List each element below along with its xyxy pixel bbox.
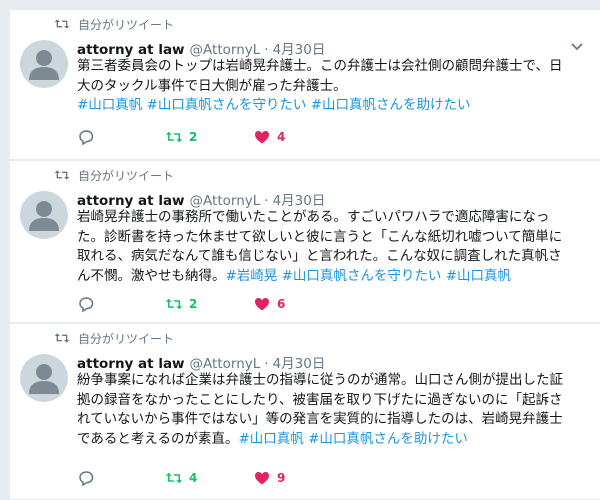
avatar[interactable] xyxy=(20,40,68,88)
hashtag-link[interactable]: #山口真帆さんを守りたい xyxy=(282,268,442,284)
avatar[interactable] xyxy=(20,354,68,402)
retweet-context-label: 自分がリツイート xyxy=(78,17,175,32)
tweet-text-line: 拠の録音をなかったことにしたり、被害届を取り下げたに過ぎないのに「起訴さ xyxy=(77,391,563,408)
heart-icon xyxy=(255,131,269,144)
hashtag-link[interactable]: #山口真帆 xyxy=(446,268,511,284)
reply-icon xyxy=(79,130,94,146)
retweet-count: 2 xyxy=(189,130,198,144)
separator-dot: · xyxy=(264,42,269,58)
tweet-actions: 4 9 xyxy=(77,469,341,487)
username[interactable]: @AttornyL xyxy=(190,193,261,209)
username[interactable]: @AttornyL xyxy=(190,356,261,372)
tweet[interactable]: 自分がリツイート attorny at law @AttornyL · 4月30… xyxy=(9,10,600,160)
retweet-context-label: 自分がリツイート xyxy=(78,331,175,346)
like-button[interactable]: 4 xyxy=(253,128,341,146)
reply-button[interactable] xyxy=(77,128,165,146)
retweet-icon xyxy=(54,170,70,180)
timestamp[interactable]: 4月30日 xyxy=(273,352,326,372)
tweet-text-line: 紛争事案になれば企業は弁護士の指導に従うのが通常。山口さん側が提出した証 xyxy=(77,372,563,388)
separator-dot: · xyxy=(264,193,269,209)
separator-dot: · xyxy=(264,356,269,372)
retweet-icon xyxy=(165,298,183,310)
retweet-context-label: 自分がリツイート xyxy=(78,168,175,183)
tweet-text: 紛争事案になれば企業は弁護士の指導に従うのが通常。山口さん側が提出した証 拠の録… xyxy=(77,371,592,449)
hashtag-link[interactable]: #山口真帆 xyxy=(238,431,303,447)
heart-icon xyxy=(255,472,269,485)
tweet-actions: 2 4 xyxy=(77,128,341,146)
tweet-text-line: ん不憫。激やせも納得。 xyxy=(77,267,226,284)
reply-button[interactable] xyxy=(77,469,165,487)
tweet-header: attorny at law @AttornyL · 4月30日 xyxy=(77,189,325,209)
hashtag-link[interactable]: #岩崎晃 xyxy=(226,268,278,284)
fullname[interactable]: attorny at law xyxy=(77,42,185,58)
tweet-text-line: た。診断書を持った休ませて欲しいと彼に言うと「こんな紙切れ嘘ついて簡単に xyxy=(77,228,563,245)
heart-icon xyxy=(255,298,269,311)
reply-icon xyxy=(79,297,94,313)
like-button[interactable]: 6 xyxy=(253,295,341,313)
retweet-icon xyxy=(165,131,183,143)
tweet-text-line: 取れる、病気だなんて誰も信じない」と言われた。こんな奴に調査しれた真帆さ xyxy=(77,248,562,264)
retweet-context: 自分がリツイート xyxy=(54,167,174,183)
retweet-context: 自分がリツイート xyxy=(54,16,174,32)
like-button[interactable]: 9 xyxy=(253,469,341,487)
retweet-button[interactable]: 4 xyxy=(165,469,253,487)
default-profile-icon xyxy=(29,50,59,80)
like-count: 9 xyxy=(277,471,286,485)
avatar[interactable] xyxy=(20,191,68,239)
username[interactable]: @AttornyL xyxy=(190,42,261,58)
tweet-header: attorny at law @AttornyL · 4月30日 xyxy=(77,38,325,58)
tweet-text: 岩崎晃弁護士の事務所で働いたことがある。すごいパワハラで適応障害になっ た。診断… xyxy=(77,208,592,286)
hashtag-link[interactable]: #山口真帆さんを守りたい xyxy=(147,97,307,113)
tweet-text-line: 大のタックル事件で日大側が雇った弁護士。 xyxy=(77,77,347,94)
retweet-icon xyxy=(54,333,70,343)
retweet-count: 4 xyxy=(189,471,198,485)
tweet-text-line: れていないから事件ではない」等の発言を実質的に指導したのは、岩崎晃弁護士 xyxy=(77,411,563,427)
tweet-text-line: 第三者委員会のトップは岩崎晃弁護士。この弁護士は会社側の顧問弁護士で、日 xyxy=(77,58,563,74)
fullname[interactable]: attorny at law xyxy=(77,356,185,372)
tweet-actions: 2 6 xyxy=(77,295,341,313)
fullname[interactable]: attorny at law xyxy=(77,193,185,209)
timestamp[interactable]: 4月30日 xyxy=(273,189,326,209)
tweet-header: attorny at law @AttornyL · 4月30日 xyxy=(77,352,325,372)
tweet-text-line: 岩崎晃弁護士の事務所で働いたことがある。すごいパワハラで適応障害になっ xyxy=(77,209,550,225)
hashtag-link[interactable]: #山口真帆 xyxy=(77,97,142,113)
tweet-text-line: であると考えるのが素直。 xyxy=(77,430,239,447)
retweet-context: 自分がリツイート xyxy=(54,330,174,346)
default-profile-icon xyxy=(29,201,59,231)
reply-icon xyxy=(79,471,94,487)
retweet-button[interactable]: 2 xyxy=(165,295,253,313)
default-profile-icon xyxy=(29,364,59,394)
retweet-count: 2 xyxy=(189,297,198,311)
tweet[interactable]: 自分がリツイート attorny at law @AttornyL · 4月30… xyxy=(9,324,600,500)
chevron-down-icon[interactable] xyxy=(570,40,584,54)
like-count: 6 xyxy=(277,297,286,311)
hashtag-link[interactable]: #山口真帆さんを助けたい xyxy=(311,97,471,113)
tweet-text: 第三者委員会のトップは岩崎晃弁護士。この弁護士は会社側の顧問弁護士で、日 大のタ… xyxy=(77,57,592,116)
retweet-button[interactable]: 2 xyxy=(165,128,253,146)
retweet-icon xyxy=(54,19,70,29)
timeline: 自分がリツイート attorny at law @AttornyL · 4月30… xyxy=(0,0,600,500)
retweet-icon xyxy=(165,472,183,484)
reply-button[interactable] xyxy=(77,295,165,313)
timestamp[interactable]: 4月30日 xyxy=(273,38,326,58)
like-count: 4 xyxy=(277,130,286,144)
hashtag-link[interactable]: #山口真帆さんを助けたい xyxy=(308,431,468,447)
tweet[interactable]: 自分がリツイート attorny at law @AttornyL · 4月30… xyxy=(9,161,600,323)
